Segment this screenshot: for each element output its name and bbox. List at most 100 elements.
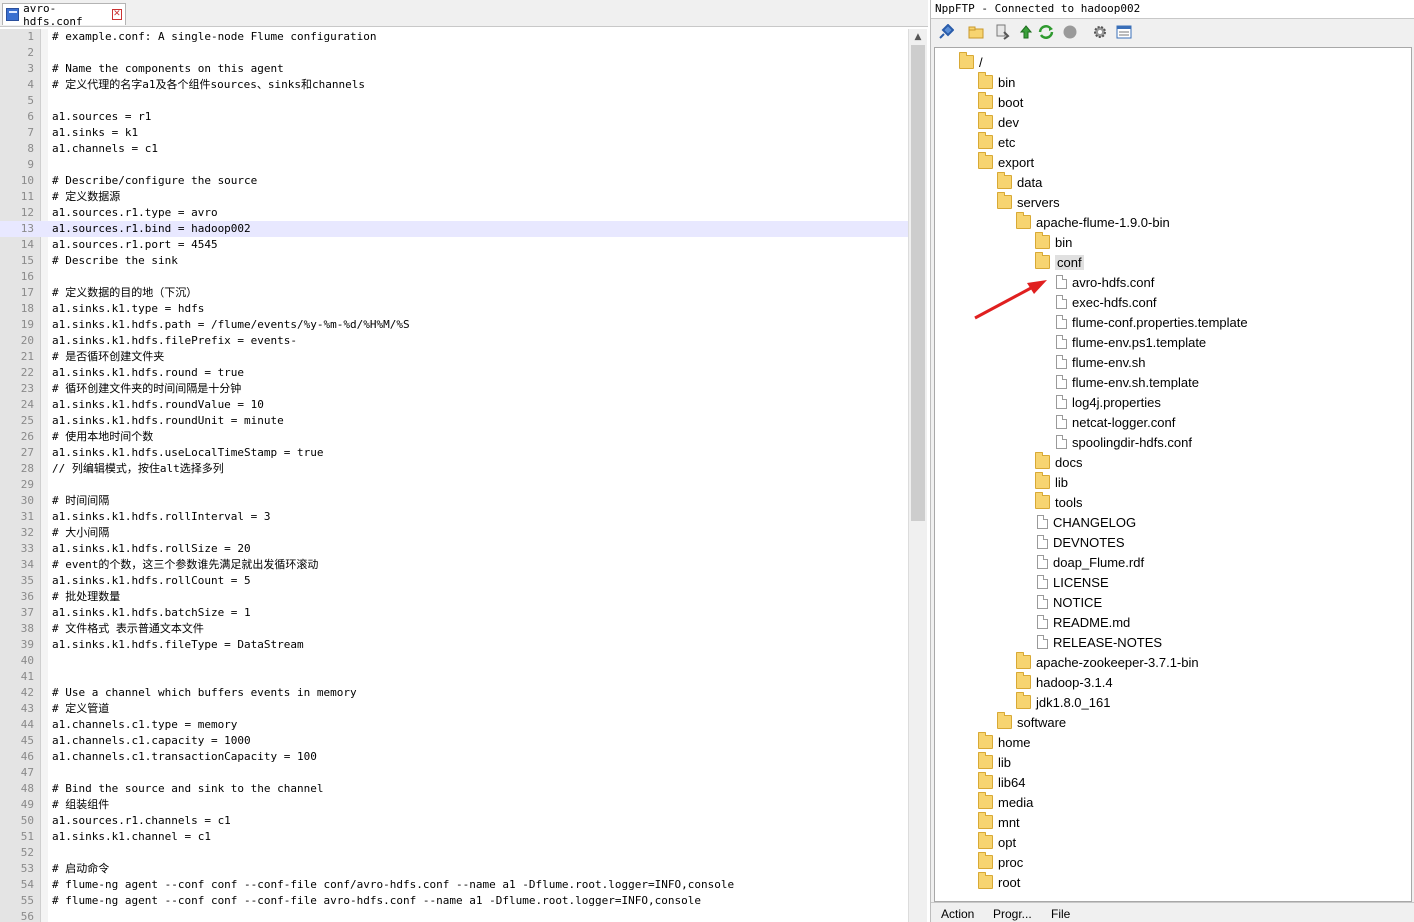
code-editor[interactable]: 1 # example.conf: A single-node Flume con…	[0, 29, 908, 922]
tree-folder[interactable]: media	[978, 792, 1033, 812]
tree-file[interactable]: netcat-logger.conf	[1054, 412, 1175, 432]
tree-file[interactable]: flume-conf.properties.template	[1054, 312, 1248, 332]
tree-file[interactable]: flume-env.sh	[1054, 352, 1145, 372]
tree-file[interactable]: flume-env.sh.template	[1054, 372, 1199, 392]
code-line[interactable]: 10 # Describe/configure the source	[0, 173, 908, 189]
code-line[interactable]: 30 # 时间间隔	[0, 493, 908, 509]
close-tab-icon[interactable]: ✕	[111, 9, 122, 20]
tree-folder[interactable]: tools	[1035, 492, 1082, 512]
tree-folder[interactable]: home	[978, 732, 1031, 752]
code-line[interactable]: 48 # Bind the source and sink to the chan…	[0, 781, 908, 797]
tree-folder[interactable]: bin	[978, 72, 1015, 92]
code-line[interactable]: 42 # Use a channel which buffers events i…	[0, 685, 908, 701]
code-line[interactable]: 28 // 列编辑模式，按住alt选择多列	[0, 461, 908, 477]
code-line[interactable]: 51 a1.sinks.k1.channel = c1	[0, 829, 908, 845]
editor-vertical-scrollbar[interactable]: ▲	[908, 29, 927, 922]
tree-folder[interactable]: hadoop-3.1.4	[1016, 672, 1113, 692]
tree-folder[interactable]: root	[978, 872, 1020, 892]
code-line[interactable]: 47	[0, 765, 908, 781]
code-line[interactable]: 12 a1.sources.r1.type = avro	[0, 205, 908, 221]
code-line[interactable]: 50 a1.sources.r1.channels = c1	[0, 813, 908, 829]
tree-folder[interactable]: export	[978, 152, 1034, 172]
code-line[interactable]: 2	[0, 45, 908, 61]
code-line[interactable]: 45 a1.channels.c1.capacity = 1000	[0, 733, 908, 749]
scroll-up-icon[interactable]: ▲	[909, 29, 927, 45]
tree-file[interactable]: exec-hdfs.conf	[1054, 292, 1157, 312]
code-line[interactable]: 37 a1.sinks.k1.hdfs.batchSize = 1	[0, 605, 908, 621]
tree-file[interactable]: NOTICE	[1035, 592, 1102, 612]
code-line[interactable]: 46 a1.channels.c1.transactionCapacity = 1…	[0, 749, 908, 765]
connect-icon[interactable]	[937, 23, 955, 41]
code-line[interactable]: 38 # 文件格式 表示普通文本文件	[0, 621, 908, 637]
code-line[interactable]: 41	[0, 669, 908, 685]
stop-icon[interactable]	[1061, 23, 1079, 41]
file-tab[interactable]: avro-hdfs.conf ✕	[2, 2, 126, 28]
code-line[interactable]: 13 a1.sources.r1.bind = hadoop002	[0, 221, 908, 237]
tree-folder[interactable]: jdk1.8.0_161	[1016, 692, 1110, 712]
code-line[interactable]: 53 # 启动命令	[0, 861, 908, 877]
code-line[interactable]: 55 # flume-ng agent --conf conf --conf-fi…	[0, 893, 908, 909]
code-line[interactable]: 29	[0, 477, 908, 493]
code-line[interactable]: 43 # 定义管道	[0, 701, 908, 717]
code-line[interactable]: 5	[0, 93, 908, 109]
code-line[interactable]: 25 a1.sinks.k1.hdfs.roundUnit = minute	[0, 413, 908, 429]
tree-folder[interactable]: boot	[978, 92, 1023, 112]
tab-file[interactable]: File	[1051, 907, 1070, 921]
download-icon[interactable]	[993, 23, 1011, 41]
tree-folder[interactable]: dev	[978, 112, 1019, 132]
tree-folder[interactable]: docs	[1035, 452, 1082, 472]
code-line[interactable]: 35 a1.sinks.k1.hdfs.rollCount = 5	[0, 573, 908, 589]
code-line[interactable]: 23 # 循环创建文件夹的时间间隔是十分钟	[0, 381, 908, 397]
code-line[interactable]: 26 # 使用本地时间个数	[0, 429, 908, 445]
code-line[interactable]: 3 # Name the components on this agent	[0, 61, 908, 77]
settings-icon[interactable]	[1091, 23, 1109, 41]
code-line[interactable]: 36 # 批处理数量	[0, 589, 908, 605]
tab-action[interactable]: Action	[941, 907, 974, 921]
scrollbar-thumb[interactable]	[911, 45, 925, 521]
tree-folder[interactable]: lib	[978, 752, 1011, 772]
tree-file[interactable]: RELEASE-NOTES	[1035, 632, 1162, 652]
ftp-file-tree[interactable]: / bin boot dev etc export data servers apache-fl…	[934, 47, 1412, 902]
code-line[interactable]: 6 a1.sources = r1	[0, 109, 908, 125]
code-line[interactable]: 33 a1.sinks.k1.hdfs.rollSize = 20	[0, 541, 908, 557]
code-line[interactable]: 44 a1.channels.c1.type = memory	[0, 717, 908, 733]
tree-file[interactable]: log4j.properties	[1054, 392, 1161, 412]
code-line[interactable]: 15 # Describe the sink	[0, 253, 908, 269]
tree-folder[interactable]: mnt	[978, 812, 1020, 832]
tree-folder[interactable]: bin	[1035, 232, 1072, 252]
code-line[interactable]: 19 a1.sinks.k1.hdfs.path = /flume/events/…	[0, 317, 908, 333]
code-line[interactable]: 40	[0, 653, 908, 669]
tree-file[interactable]: doap_Flume.rdf	[1035, 552, 1144, 572]
upload-icon[interactable]	[1017, 23, 1035, 41]
message-window-icon[interactable]	[1115, 23, 1133, 41]
tree-folder[interactable]: apache-flume-1.9.0-bin	[1016, 212, 1170, 232]
tree-file[interactable]: avro-hdfs.conf	[1054, 272, 1154, 292]
code-line[interactable]: 54 # flume-ng agent --conf conf --conf-fi…	[0, 877, 908, 893]
code-line[interactable]: 1 # example.conf: A single-node Flume con…	[0, 29, 908, 45]
code-line[interactable]: 7 a1.sinks = k1	[0, 125, 908, 141]
tree-file[interactable]: DEVNOTES	[1035, 532, 1125, 552]
code-line[interactable]: 22 a1.sinks.k1.hdfs.round = true	[0, 365, 908, 381]
code-line[interactable]: 34 # event的个数，这三个参数谁先满足就出发循环滚动	[0, 557, 908, 573]
code-line[interactable]: 20 a1.sinks.k1.hdfs.filePrefix = events-	[0, 333, 908, 349]
tree-folder[interactable]: apache-zookeeper-3.7.1-bin	[1016, 652, 1199, 672]
code-line[interactable]: 24 a1.sinks.k1.hdfs.roundValue = 10	[0, 397, 908, 413]
tree-file[interactable]: README.md	[1035, 612, 1130, 632]
code-line[interactable]: 18 a1.sinks.k1.type = hdfs	[0, 301, 908, 317]
code-line[interactable]: 21 # 是否循环创建文件夹	[0, 349, 908, 365]
code-line[interactable]: 49 # 组装组件	[0, 797, 908, 813]
tree-file[interactable]: CHANGELOG	[1035, 512, 1136, 532]
tree-folder[interactable]: software	[997, 712, 1066, 732]
code-line[interactable]: 31 a1.sinks.k1.hdfs.rollInterval = 3	[0, 509, 908, 525]
code-line[interactable]: 17 # 定义数据的目的地（下沉）	[0, 285, 908, 301]
code-line[interactable]: 9	[0, 157, 908, 173]
tree-folder[interactable]: lib	[1035, 472, 1068, 492]
tab-progress[interactable]: Progr...	[993, 907, 1032, 921]
tree-folder[interactable]: conf	[1035, 252, 1084, 272]
code-line[interactable]: 39 a1.sinks.k1.hdfs.fileType = DataStream	[0, 637, 908, 653]
code-line[interactable]: 52	[0, 845, 908, 861]
tree-folder[interactable]: etc	[978, 132, 1015, 152]
refresh-icon[interactable]	[1037, 23, 1055, 41]
code-line[interactable]: 14 a1.sources.r1.port = 4545	[0, 237, 908, 253]
code-line[interactable]: 16	[0, 269, 908, 285]
